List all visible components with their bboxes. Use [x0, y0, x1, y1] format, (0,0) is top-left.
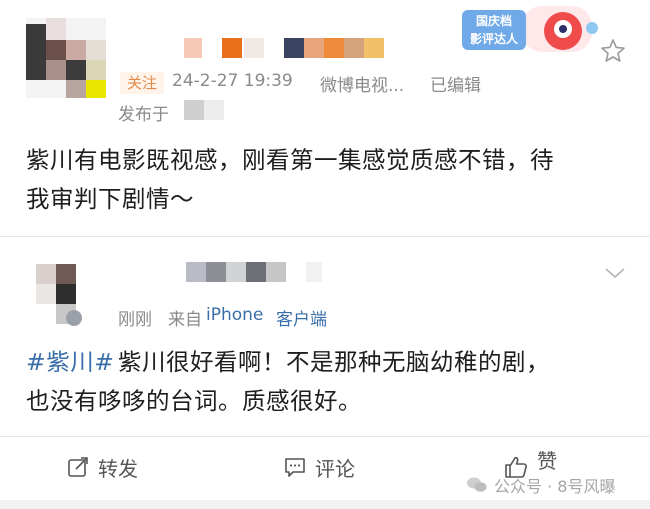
reply-text-line2: 也没有哆哆的台词。质感很好。: [26, 387, 362, 415]
post-location-label: 发布于: [118, 105, 169, 125]
post-edited[interactable]: 已编辑: [430, 71, 481, 96]
reply-time: 刚刚: [118, 310, 152, 330]
reply-avatar[interactable]: [36, 264, 96, 330]
post-timestamp: 24-2-27 19:39: [172, 71, 293, 91]
reply-device[interactable]: iPhone: [206, 305, 263, 325]
reply-topic[interactable]: #紫川#: [26, 343, 114, 382]
reply-text-line1: 紫川很好看啊！不是那种无脑幼稚的剧，: [118, 348, 550, 376]
repost-button[interactable]: 转发: [66, 452, 138, 482]
action-divider: [0, 436, 650, 437]
reply-client[interactable]: 客户端: [276, 305, 327, 330]
repost-label: 转发: [98, 456, 138, 481]
watermark-text: 公众号 · 8号风曝: [494, 477, 616, 496]
repost-icon: [68, 457, 88, 477]
badge-line2: 影评达人: [469, 32, 518, 46]
bottom-strip: [0, 500, 650, 509]
comment-label: 评论: [315, 456, 355, 481]
critic-badge: 国庆档 影评达人: [462, 6, 602, 56]
reply-divider: [0, 236, 650, 237]
wechat-icon: [467, 477, 487, 492]
post-avatar[interactable]: [26, 18, 106, 98]
reply-username[interactable]: [186, 262, 326, 282]
watermark: 公众号 · 8号风曝: [466, 473, 615, 497]
chevron-down-icon[interactable]: [604, 265, 626, 281]
post-text-line2: 我审判下剧情～: [26, 185, 194, 213]
post-username[interactable]: [184, 38, 384, 60]
badge-line1: 国庆档: [475, 14, 512, 28]
comment-icon: [285, 458, 305, 477]
like-label: 赞: [537, 448, 557, 473]
post-text-line1: 紫川有电影既视感，刚看第一集感觉质感不错，待: [26, 146, 554, 174]
post-tag-fragment: 关注: [120, 72, 164, 94]
reply-source-prefix: 来自: [168, 310, 202, 330]
post-location-blur: [184, 100, 224, 120]
post-source[interactable]: 微博电视...: [320, 71, 404, 96]
comment-button[interactable]: 评论: [283, 452, 355, 482]
star-icon[interactable]: [599, 37, 627, 65]
